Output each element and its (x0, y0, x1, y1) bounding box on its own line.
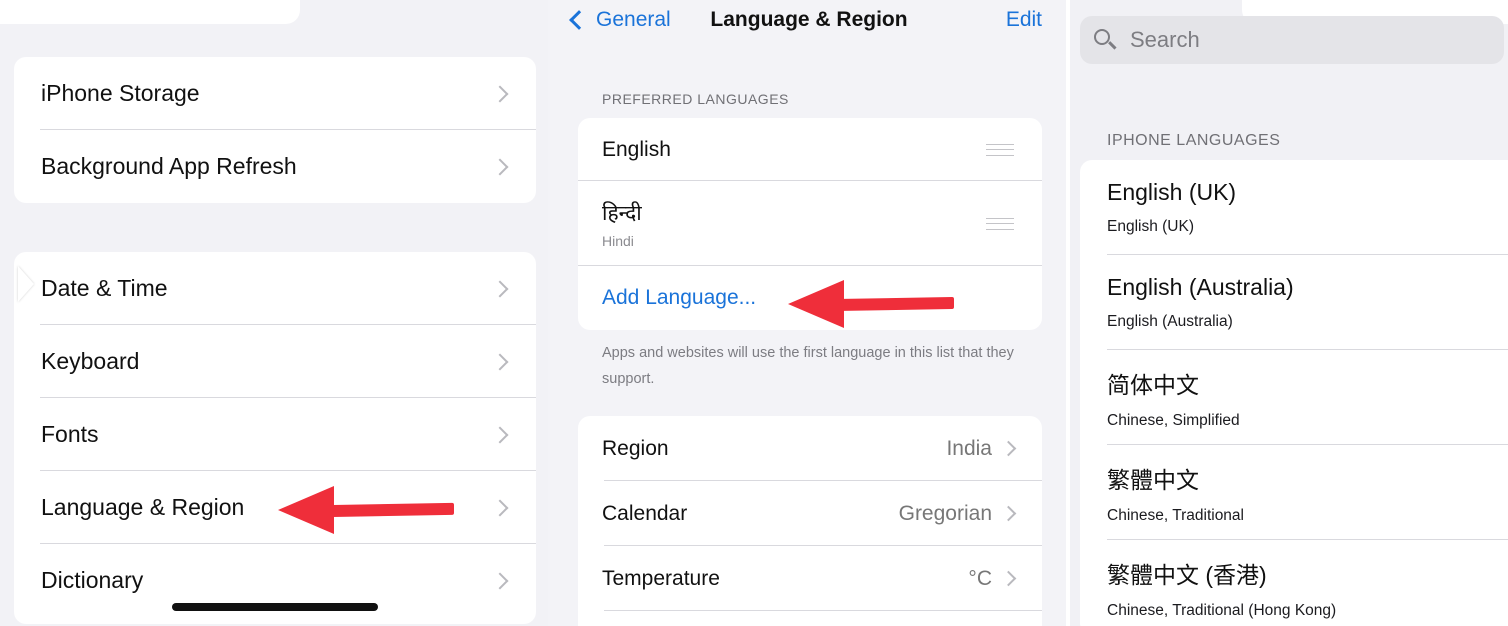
row-label: iPhone Storage (41, 80, 200, 106)
annotation-arrow-icon (788, 280, 954, 328)
language-english-name: Chinese, Traditional (1107, 506, 1244, 524)
row-label: Calendar (602, 501, 688, 525)
add-language-panel: Search IPHONE LANGUAGES English (UK) Eng… (1070, 0, 1508, 626)
add-language-button[interactable]: Add Language... (602, 286, 756, 310)
language-english-name: Chinese, Traditional (Hong Kong) (1107, 601, 1337, 619)
arrow-shaft (324, 502, 454, 518)
navigation-bar: General Language & Region Edit (548, 0, 1066, 44)
row-label: Region (602, 436, 669, 460)
row-label: Temperature (602, 566, 720, 590)
iphone-languages-list: English (UK) English (UK) English (Austr… (1080, 160, 1508, 626)
row-label: Keyboard (41, 348, 140, 374)
language-option-chinese-simplified[interactable]: 简体中文 Chinese, Simplified (1080, 350, 1508, 445)
language-native-name: 繁體中文 (1107, 466, 1199, 493)
home-indicator (172, 603, 378, 611)
language-english-name: English (Australia) (1107, 313, 1233, 330)
reorder-handle-icon[interactable] (986, 217, 1014, 230)
annotation-arrow-icon (278, 486, 454, 534)
region-settings-group: Region India Calendar Gregorian Temperat… (578, 416, 1042, 626)
general-settings-panel: iPhone Storage Background App Refresh Da… (0, 0, 548, 626)
language-name: English (602, 137, 671, 161)
chevron-right-icon (1000, 505, 1017, 522)
row-value: °C (968, 566, 992, 590)
storage-group: iPhone Storage Background App Refresh (14, 57, 536, 203)
reorder-handle-icon[interactable] (986, 143, 1014, 156)
search-icon (1094, 29, 1117, 51)
locale-group: Date & Time Keyboard Fonts Language & Re… (14, 252, 536, 624)
language-row-english[interactable]: English (578, 118, 1042, 181)
language-native-name: 简体中文 (1107, 371, 1199, 398)
row-label: Background App Refresh (41, 153, 297, 179)
settings-row-calendar[interactable]: Calendar Gregorian (578, 481, 1042, 546)
search-input[interactable]: Search (1080, 16, 1504, 64)
language-english-name: English (UK) (1107, 218, 1194, 235)
settings-row-background-app-refresh[interactable]: Background App Refresh (14, 130, 536, 203)
chevron-right-icon (1000, 570, 1017, 587)
language-option-english-australia[interactable]: English (Australia) English (Australia) (1080, 255, 1508, 350)
row-label: Dictionary (41, 567, 144, 593)
section-header-iphone-languages: IPHONE LANGUAGES (1107, 132, 1281, 149)
chevron-right-icon (491, 353, 509, 370)
page-title: Language & Region (710, 8, 908, 31)
chevron-right-icon (491, 426, 509, 443)
settings-row-language-region[interactable]: Language & Region (14, 471, 536, 544)
chevron-right-icon (491, 85, 509, 102)
language-native-name: 繁體中文 (香港) (1107, 561, 1267, 588)
row-value: Gregorian (898, 501, 992, 525)
row-label: Fonts (41, 421, 99, 447)
language-native-name: English (Australia) (1107, 274, 1294, 300)
chevron-right-icon (491, 280, 509, 297)
language-name: हिन्दी (602, 201, 642, 225)
settings-row-region[interactable]: Region India (578, 416, 1042, 481)
chevron-right-icon (1000, 440, 1017, 457)
search-icon-handle (1108, 41, 1117, 50)
section-header-preferred-languages: PREFERRED LANGUAGES (602, 91, 789, 107)
separator (604, 610, 1042, 611)
language-row-hindi[interactable]: हिन्दी Hindi (578, 181, 1042, 266)
top-group-edge (0, 0, 300, 24)
edit-button[interactable]: Edit (1006, 8, 1042, 32)
settings-row-date-time[interactable]: Date & Time (14, 252, 536, 325)
settings-row-iphone-storage[interactable]: iPhone Storage (14, 57, 536, 130)
language-text: हिन्दी Hindi (602, 199, 642, 249)
language-native-name: English (UK) (1107, 179, 1237, 205)
selection-notch-icon (18, 266, 34, 302)
language-option-english-uk[interactable]: English (UK) English (UK) (1080, 160, 1508, 255)
settings-row-fonts[interactable]: Fonts (14, 398, 536, 471)
settings-row-temperature[interactable]: Temperature °C (578, 546, 1042, 611)
language-subtitle: Hindi (602, 232, 634, 249)
arrow-shaft (834, 296, 954, 312)
search-placeholder: Search (1130, 27, 1200, 52)
language-option-chinese-traditional-hong-kong[interactable]: 繁體中文 (香港) Chinese, Traditional (Hong Kon… (1080, 540, 1508, 626)
row-label: Language & Region (41, 494, 245, 520)
language-region-panel: General Language & Region Edit PREFERRED… (548, 0, 1066, 626)
row-label: Date & Time (41, 275, 168, 301)
preferred-languages-footnote: Apps and websites will use the first lan… (602, 345, 1014, 387)
chevron-right-icon (491, 572, 509, 589)
chevron-right-icon (491, 499, 509, 516)
language-option-chinese-traditional[interactable]: 繁體中文 Chinese, Traditional (1080, 445, 1508, 540)
row-value: India (946, 436, 992, 460)
language-english-name: Chinese, Simplified (1107, 411, 1240, 429)
chevron-right-icon (491, 158, 509, 175)
settings-row-keyboard[interactable]: Keyboard (14, 325, 536, 398)
